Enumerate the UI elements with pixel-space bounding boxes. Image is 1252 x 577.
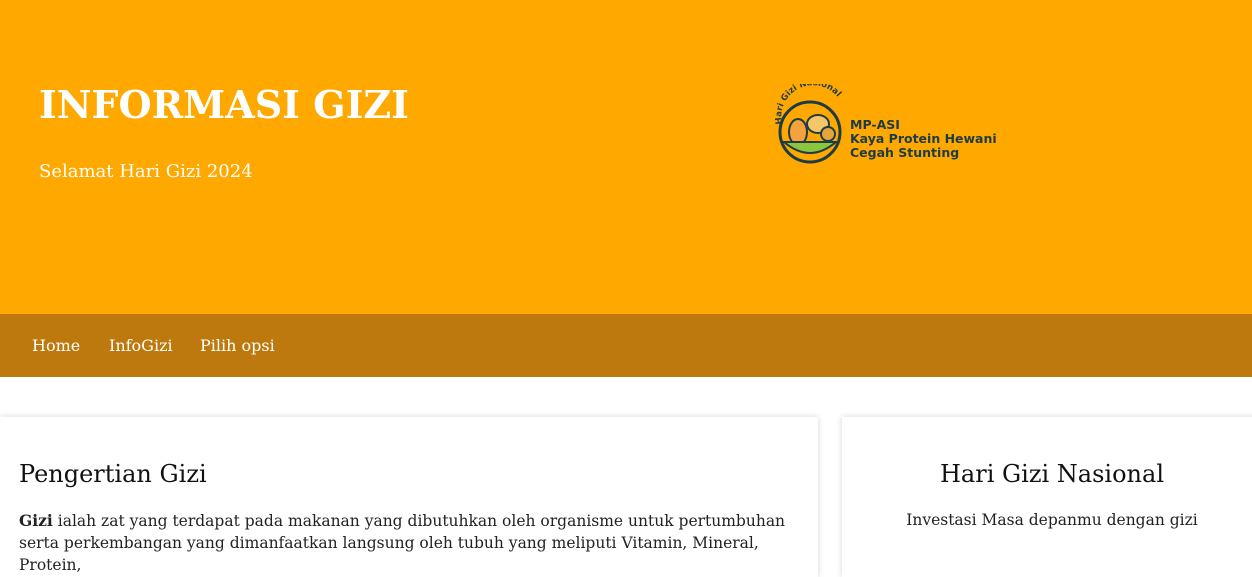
card-paragraph: Gizi ialah zat yang terdapat pada makana…: [19, 510, 809, 576]
logo-line-3: Cegah Stunting: [850, 145, 960, 160]
header-banner: INFORMASI GIZI Selamat Hari Gizi 2024 Ha…: [0, 0, 1252, 314]
site-subtitle: Selamat Hari Gizi 2024: [39, 161, 253, 182]
plate-icon: Hari Gizi Nasional: [774, 78, 843, 164]
hari-gizi-logo: Hari Gizi Nasional MP-ASI Kaya Protein H…: [774, 78, 997, 168]
site-title: INFORMASI GIZI: [39, 82, 409, 127]
paragraph-text: ialah zat yang terdapat pada makanan yan…: [19, 512, 786, 574]
hari-gizi-nasional-card: Hari Gizi Nasional Investasi Masa depanm…: [842, 417, 1252, 577]
sidebar-title: Hari Gizi Nasional: [939, 460, 1164, 488]
logo-line-2: Kaya Protein Hewani: [850, 131, 997, 146]
nav-pilih-opsi-link[interactable]: Pilih opsi: [200, 336, 275, 355]
pengertian-gizi-card: Pengertian Gizi Gizi ialah zat yang terd…: [0, 417, 818, 577]
logo-line-1: MP-ASI: [850, 117, 900, 132]
card-title: Pengertian Gizi: [19, 460, 207, 488]
main-navbar: Home InfoGizi Pilih opsi: [0, 314, 1252, 377]
nav-home-link[interactable]: Home: [32, 336, 80, 355]
bold-term: Gizi: [19, 511, 53, 530]
sidebar-text: Investasi Masa depanmu dengan gizi: [906, 511, 1198, 529]
nav-infogizi-link[interactable]: InfoGizi: [109, 336, 173, 355]
